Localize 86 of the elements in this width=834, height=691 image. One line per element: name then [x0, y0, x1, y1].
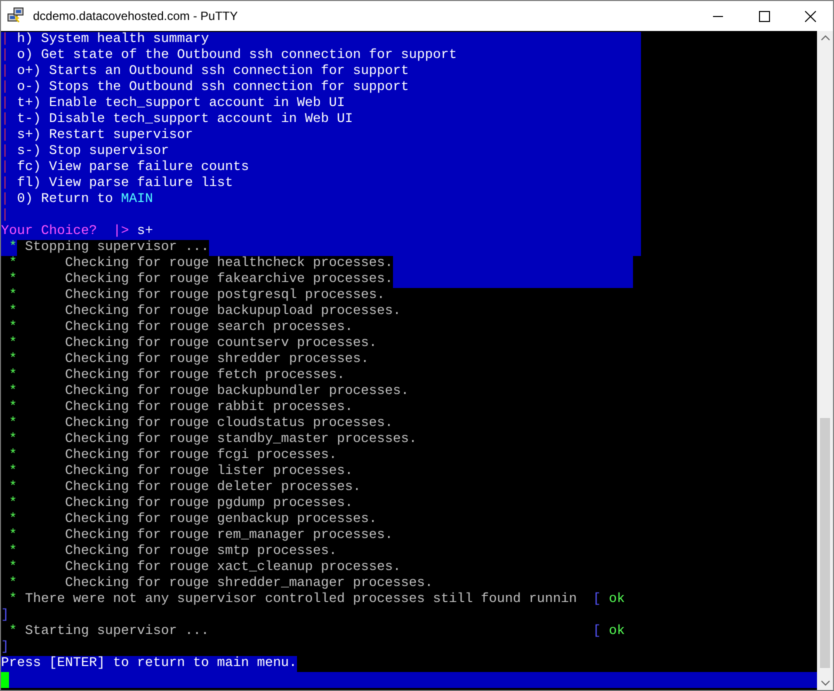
scrollbar[interactable]: [817, 31, 833, 690]
pipe-character: |: [1, 192, 9, 208]
log-line: Checking for rouge shredder processes.: [64, 352, 369, 368]
log-line: Checking for rouge standby_master processes.: [64, 432, 417, 448]
computer-icon: [7, 7, 25, 25]
menu-option: s-) Stop supervisor: [9, 144, 169, 160]
log-line: Checking for rouge genbackup processes.: [64, 512, 377, 528]
log-line: Checking for rouge search processes.: [64, 320, 353, 336]
window-title: dcdemo.datacovehosted.com - PuTTY: [33, 8, 238, 25]
log-line: Checking for rouge rem_manager processes.: [64, 528, 393, 544]
log-line: There were not any supervisor controlled processes still found runnin: [24, 592, 578, 608]
choice-prompt: Your Choice? |>: [1, 224, 129, 240]
pipe-character: |: [1, 112, 9, 128]
close-icon: [804, 10, 816, 22]
log-line: Checking for rouge backupupload processes.: [64, 304, 401, 320]
press-enter-message: Press [ENTER] to return to main menu.: [1, 656, 297, 672]
pipe-character: |: [1, 64, 9, 80]
asterisk-text: *: [8, 624, 17, 640]
asterisk-text: *: [8, 400, 17, 416]
log-line: Checking for rouge shredder_manager processes.: [64, 576, 433, 592]
asterisk-text: *: [8, 464, 17, 480]
asterisk-text: *: [1, 272, 17, 288]
log-line: Checking for rouge smtp processes.: [64, 544, 337, 560]
asterisk-text: *: [8, 560, 17, 576]
menu-option: o-) Stops the Outbound ssh connection for support: [9, 80, 409, 96]
bracket: [: [592, 624, 601, 640]
asterisk-text: *: [8, 336, 17, 352]
ok-status: ok: [608, 624, 625, 640]
menu-option: h) System health summary: [9, 32, 209, 48]
asterisk-text: *: [8, 528, 17, 544]
asterisk-text: *: [8, 352, 17, 368]
log-line: Checking for rouge deleter processes.: [64, 480, 361, 496]
log-line: Checking for rouge xact_cleanup processes.: [64, 560, 401, 576]
pipe-character: |: [1, 176, 9, 192]
menu-option: fc) View parse failure counts: [9, 160, 249, 176]
typed-choice-text: s+: [136, 224, 153, 240]
scroll-down-icon[interactable]: [820, 680, 830, 686]
menu-option: t-) Disable tech_support account in Web UI: [9, 112, 353, 128]
log-line: Checking for rouge cloudstatus processes.: [64, 416, 393, 432]
pipe-character: |: [1, 80, 9, 96]
menu-option: s+) Restart supervisor: [9, 128, 193, 144]
menu-keyword: MAIN: [120, 192, 153, 208]
bracket: ]: [1, 640, 9, 656]
pipe-character: |: [1, 96, 9, 112]
scroll-up-icon[interactable]: [820, 35, 830, 41]
asterisk-text: *: [8, 480, 17, 496]
ok-status: ok: [608, 592, 625, 608]
log-line: Checking for rouge postgresql processes.: [64, 288, 385, 304]
asterisk-text: *: [8, 304, 17, 320]
pipe-character: |: [1, 48, 9, 64]
asterisk-text: *: [8, 368, 17, 384]
pipe-character: |: [1, 208, 9, 224]
asterisk-text: *: [8, 432, 17, 448]
log-line: Checking for rouge fetch processes.: [64, 368, 345, 384]
asterisk-text: *: [8, 592, 17, 608]
asterisk-text: *: [8, 416, 17, 432]
asterisk-text: *: [8, 320, 17, 336]
pipe-character: |: [1, 128, 9, 144]
menu-option: t+) Enable tech_support account in Web UI: [9, 96, 345, 112]
menu-option: o) Get state of the Outbound ssh connection for support: [9, 48, 457, 64]
log-line: Checking for rouge lister processes.: [64, 464, 353, 480]
asterisk-text: *: [1, 256, 17, 272]
scroll-thumb[interactable]: [820, 418, 830, 668]
log-line: Checking for rouge backupbundler processes.: [64, 384, 409, 400]
asterisk-text: *: [8, 240, 17, 256]
asterisk-text: *: [8, 496, 17, 512]
pipe-character: |: [1, 160, 9, 176]
maximize-icon: [758, 10, 770, 22]
asterisk-text: *: [8, 288, 17, 304]
asterisk-text: *: [8, 512, 17, 528]
log-line: Checking for rouge rabbit processes.: [64, 400, 353, 416]
pipe-character: |: [1, 144, 9, 160]
log-line: Checking for rouge fcgi processes.: [64, 448, 337, 464]
pipe-character: |: [1, 32, 9, 48]
log-line: Checking for rouge pgdump processes.: [64, 496, 353, 512]
log-line: Checking for rouge countserv processes.: [64, 336, 377, 352]
asterisk-text: *: [8, 384, 17, 400]
bracket: [: [592, 592, 601, 608]
asterisk-text: *: [8, 448, 17, 464]
menu-option: o+) Starts an Outbound ssh connection for support: [9, 64, 409, 80]
log-line: Starting supervisor ...: [24, 624, 210, 640]
menu-option: 0) Return to: [9, 192, 121, 208]
asterisk-text: *: [8, 576, 17, 592]
asterisk-text: *: [8, 544, 17, 560]
bracket: ]: [1, 608, 9, 624]
menu-option: fl) View parse failure list: [9, 176, 233, 192]
